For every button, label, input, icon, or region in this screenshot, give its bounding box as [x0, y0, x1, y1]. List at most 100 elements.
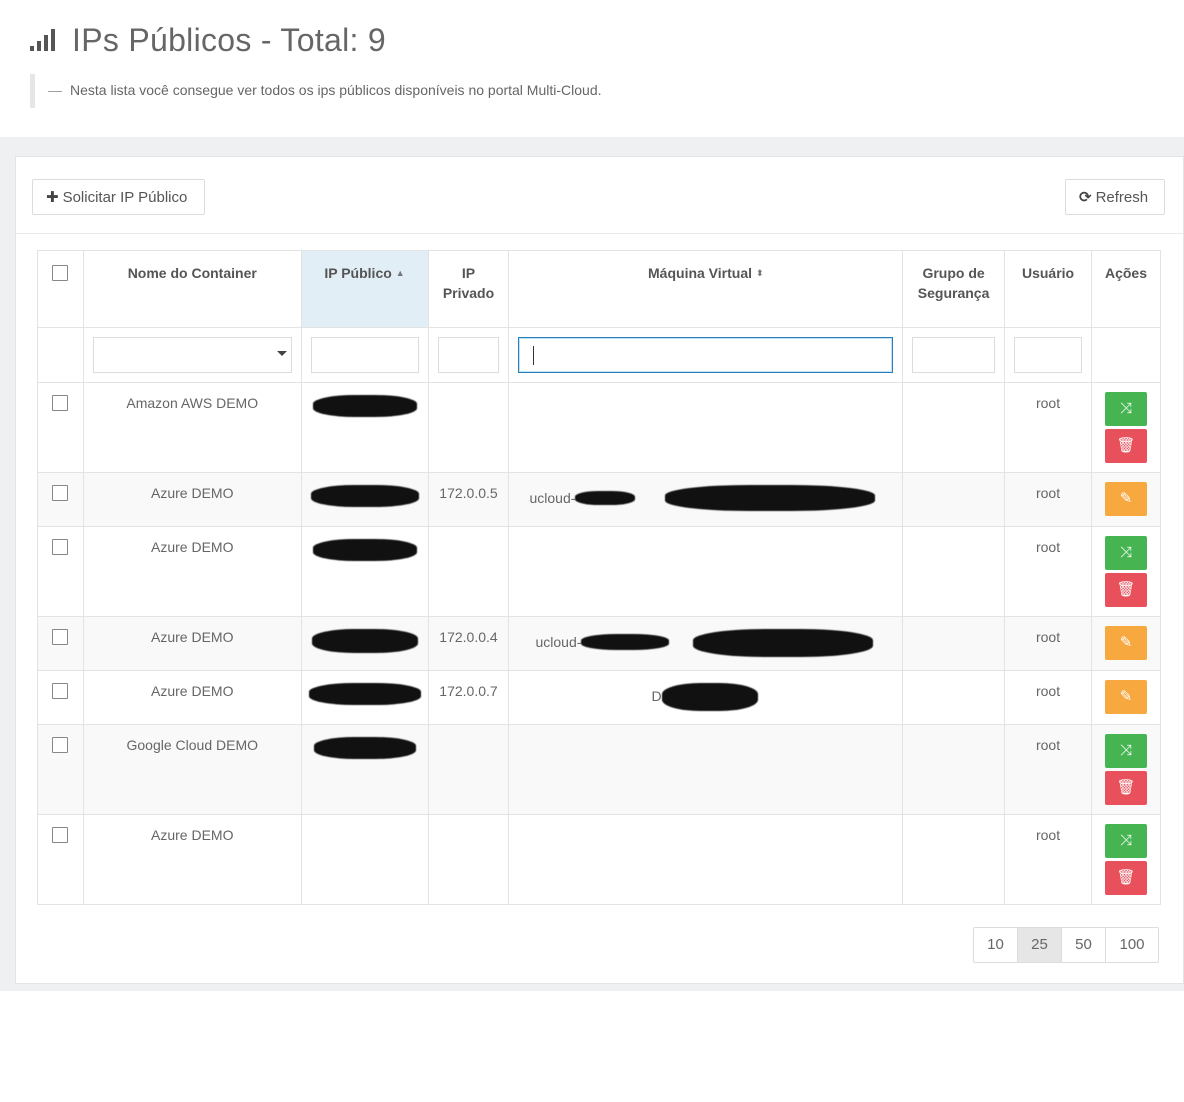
vm-cell	[508, 724, 904, 815]
maquina-filter-input[interactable]	[518, 337, 894, 373]
col-acoes-label: Ações	[1104, 265, 1147, 281]
page-size-10[interactable]: 10	[974, 928, 1018, 962]
vm-cell	[508, 526, 904, 617]
usuario-filter-input[interactable]	[1014, 337, 1082, 373]
delete-button[interactable]: 🗑	[1104, 771, 1147, 805]
vm-name-prefix: ucloud-	[535, 634, 582, 650]
associate-button[interactable]: ⤨	[1104, 824, 1147, 858]
ip-publico-cell	[300, 526, 429, 617]
row-select-cell	[37, 382, 84, 473]
refresh-icon: ⟳	[1079, 189, 1092, 206]
usuario-cell: root	[1004, 724, 1092, 815]
filter-maquina-cell	[508, 327, 904, 383]
grupo-cell	[902, 670, 1006, 725]
row-checkbox[interactable]	[52, 395, 69, 411]
solicitar-ip-button[interactable]: ✚ Solicitar IP Público	[32, 179, 205, 215]
shuffle-icon: ⤨	[1119, 544, 1132, 561]
filter-empty	[37, 327, 84, 383]
row-checkbox[interactable]	[52, 485, 69, 501]
page-size-selector: 10 25 50 100	[973, 927, 1159, 963]
redacted-vm	[661, 683, 758, 711]
grupo-cell	[902, 814, 1006, 905]
associate-button[interactable]: ⤨	[1104, 734, 1147, 768]
table-row: Azure DEMO 172.0.0.7 D root ✎	[37, 670, 1162, 725]
row-checkbox[interactable]	[52, 539, 69, 555]
grupo-cell	[902, 724, 1006, 815]
disassociate-button[interactable]: ✎	[1104, 626, 1147, 660]
container-cell: Azure DEMO	[82, 616, 302, 671]
container-filter-select[interactable]	[92, 337, 292, 373]
page-size-50[interactable]: 50	[1062, 928, 1106, 962]
grupo-cell	[902, 472, 1006, 527]
associate-button[interactable]: ⤨	[1104, 392, 1147, 426]
title-row: IPs Públicos - Total: 9	[30, 18, 1164, 62]
disassociate-button[interactable]: ✎	[1104, 680, 1147, 714]
page-size-25[interactable]: 25	[1018, 928, 1062, 962]
table-row: Azure DEMO root ⤨ 🗑	[37, 526, 1162, 617]
trash-icon: 🗑	[1116, 869, 1136, 886]
row-select-cell	[37, 616, 84, 671]
usuario-cell: root	[1004, 814, 1092, 905]
ip-privado-filter-input[interactable]	[437, 337, 500, 373]
row-checkbox[interactable]	[52, 629, 69, 645]
ip-publico-filter-input[interactable]	[310, 337, 419, 373]
filter-grupo-cell	[902, 327, 1006, 383]
col-grupo-label: Grupo de Segurança	[917, 265, 990, 301]
table-row: Amazon AWS DEMO root ⤨ 🗑	[37, 382, 1162, 473]
row-checkbox[interactable]	[52, 683, 69, 699]
col-maquina-virtual[interactable]: Máquina Virtual ⬍	[508, 250, 904, 328]
refresh-button[interactable]: ⟳ Refresh	[1065, 179, 1165, 215]
actions-cell: ✎	[1090, 670, 1162, 725]
solicitar-ip-label: Solicitar IP Público	[62, 188, 188, 206]
page-header: IPs Públicos - Total: 9 — Nesta lista voc…	[30, 18, 1164, 108]
grupo-cell	[902, 616, 1006, 671]
ip-publico-cell	[300, 724, 429, 815]
col-usuario[interactable]: Usuário	[1004, 250, 1092, 328]
col-ip-privado[interactable]: IP Privado	[427, 250, 510, 328]
unplug-icon: ✎	[1119, 634, 1133, 651]
filter-usuario-cell	[1004, 327, 1092, 383]
page-title: IPs Públicos - Total: 9	[72, 21, 387, 58]
table-row: Azure DEMO root ⤨ 🗑	[37, 814, 1162, 905]
ip-publico-cell	[300, 670, 429, 725]
usuario-cell: root	[1004, 526, 1092, 617]
actions-cell: ⤨ 🗑	[1090, 814, 1162, 905]
grupo-filter-input[interactable]	[912, 337, 996, 373]
actions-cell: ⤨ 🗑	[1090, 526, 1162, 617]
vm-cell	[508, 814, 904, 905]
trash-icon: 🗑	[1116, 437, 1136, 454]
container-cell: Azure DEMO	[82, 670, 302, 725]
vm-cell: D	[508, 670, 904, 725]
ip-privado-cell	[427, 724, 510, 815]
ip-publico-cell	[300, 382, 429, 473]
disassociate-button[interactable]: ✎	[1104, 482, 1147, 516]
col-ip-publico[interactable]: IP Público ▲	[300, 250, 429, 328]
delete-button[interactable]: 🗑	[1104, 861, 1147, 895]
page-size-100[interactable]: 100	[1106, 928, 1158, 962]
redacted-ip	[313, 737, 416, 759]
usuario-cell: root	[1004, 472, 1092, 527]
associate-button[interactable]: ⤨	[1104, 536, 1147, 570]
row-select-cell	[37, 724, 84, 815]
usuario-cell: root	[1004, 670, 1092, 725]
delete-button[interactable]: 🗑	[1104, 573, 1147, 607]
redacted-vm	[581, 634, 670, 650]
delete-button[interactable]: 🗑	[1104, 429, 1147, 463]
row-checkbox[interactable]	[52, 737, 69, 753]
col-grupo-seguranca[interactable]: Grupo de Segurança	[902, 250, 1006, 328]
text-cursor	[533, 346, 535, 365]
ip-privado-cell: 172.0.0.4	[427, 616, 510, 671]
container-cell: Amazon AWS DEMO	[82, 382, 302, 473]
row-select-cell	[37, 814, 84, 905]
redacted-ip	[312, 539, 417, 561]
col-container-label: Nome do Container	[127, 265, 257, 281]
col-container[interactable]: Nome do Container	[82, 250, 302, 328]
subtitle-dash: —	[48, 82, 62, 98]
caret-down-icon	[276, 351, 287, 356]
vm-cell	[508, 382, 904, 473]
container-cell: Google Cloud DEMO	[82, 724, 302, 815]
row-checkbox[interactable]	[52, 827, 69, 843]
actions-cell: ✎	[1090, 472, 1162, 527]
select-all-checkbox[interactable]	[52, 265, 69, 281]
actions-cell: ⤨ 🗑	[1090, 724, 1162, 815]
